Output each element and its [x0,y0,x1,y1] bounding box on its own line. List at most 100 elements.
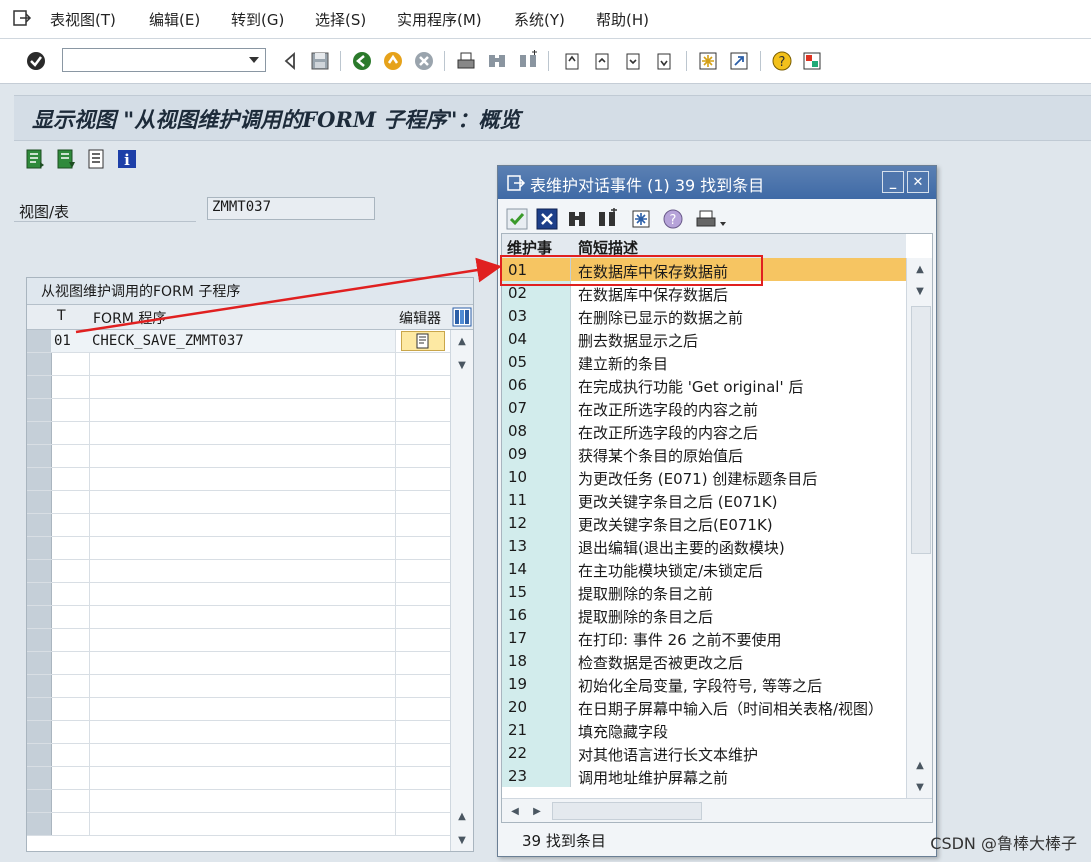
event-code-cell[interactable]: 09 [502,442,571,465]
cell-form[interactable] [89,445,396,467]
event-description-cell[interactable]: 提取删除的条目之后 [571,603,906,626]
row-selector[interactable] [27,698,52,720]
cell-t[interactable] [51,698,90,720]
column-config-icon[interactable] [452,307,472,327]
scroll-right-arrow-icon[interactable]: ▶ [526,800,548,822]
table-row[interactable] [27,445,451,468]
table-row[interactable] [27,652,451,675]
cell-form[interactable] [89,652,396,674]
column-header-editor[interactable]: 编辑器 [399,308,441,328]
event-description-cell[interactable]: 调用地址维护屏幕之前 [571,764,906,787]
cell-t[interactable] [51,376,90,398]
event-description-cell[interactable]: 填充隐藏字段 [571,718,906,741]
event-code-cell[interactable]: 23 [502,764,571,787]
cancel-icon[interactable] [412,49,436,73]
help-icon[interactable]: ? [770,49,794,73]
event-row[interactable]: 19 初始化全局变量, 字段符号, 等等之后 [502,672,906,695]
table-row[interactable] [27,790,451,813]
event-code-cell[interactable]: 21 [502,718,571,741]
close-icon[interactable]: ✕ [907,171,929,193]
shortcut-icon[interactable] [727,49,751,73]
table-row[interactable] [27,514,451,537]
event-row[interactable]: 16 提取删除的条目之后 [502,603,906,626]
event-description-cell[interactable]: 获得某个条目的原始值后 [571,442,906,465]
event-description-cell[interactable]: 在完成执行功能 'Get original' 后 [571,373,906,396]
menu-goto[interactable]: 转到(G) [231,9,284,30]
row-selector[interactable] [27,514,52,536]
row-selector[interactable] [27,468,52,490]
cell-form[interactable] [89,606,396,628]
event-description-cell[interactable]: 更改关键字条目之后(E071K) [571,511,906,534]
cell-form[interactable] [89,537,396,559]
cell-form[interactable] [89,468,396,490]
enter-icon[interactable] [24,49,48,73]
event-row[interactable]: 18 检查数据是否被更改之后 [502,649,906,672]
next-page-icon[interactable] [621,49,645,73]
table-row[interactable] [27,399,451,422]
row-selector[interactable] [27,790,52,812]
event-description-cell[interactable]: 初始化全局变量, 字段符号, 等等之后 [571,672,906,695]
event-row[interactable]: 06 在完成执行功能 'Get original' 后 [502,373,906,396]
event-description-cell[interactable]: 在打印: 事件 26 之前不要使用 [571,626,906,649]
scroll-down-arrow-icon[interactable]: ▼ [909,280,931,302]
cell-t[interactable] [51,767,90,789]
cell-t[interactable] [51,422,90,444]
cell-form[interactable] [89,399,396,421]
table-vertical-scrollbar[interactable]: ▲ ▼ ▲ ▼ [450,330,473,851]
event-code-cell[interactable]: 06 [502,373,571,396]
first-page-icon[interactable] [560,49,584,73]
table-row[interactable] [27,376,451,399]
menu-select[interactable]: 选择(S) [315,9,366,30]
event-code-cell[interactable]: 03 [502,304,571,327]
event-row[interactable]: 08 在改正所选字段的内容之后 [502,419,906,442]
exit-icon[interactable] [381,49,405,73]
cell-form[interactable] [89,422,396,444]
cell-form[interactable] [89,698,396,720]
event-description-cell[interactable]: 退出编辑(退出主要的函数模块) [571,534,906,557]
create-session-icon[interactable] [696,49,720,73]
row-selector[interactable] [27,744,52,766]
last-page-icon[interactable] [652,49,676,73]
events-vertical-scrollbar[interactable]: ▲ ▼ ▲ ▼ [906,258,932,798]
table-row[interactable] [27,537,451,560]
menu-help[interactable]: 帮助(H) [596,9,649,30]
cell-t[interactable] [51,353,90,375]
row-selector[interactable] [27,330,52,352]
event-description-cell[interactable]: 对其他语言进行长文本维护 [571,741,906,764]
event-code-cell[interactable]: 04 [502,327,571,350]
open-editor-button[interactable] [401,331,445,351]
event-code-cell[interactable]: 05 [502,350,571,373]
table-row[interactable] [27,468,451,491]
scroll-down-arrow-icon[interactable]: ▼ [909,776,931,798]
event-description-cell[interactable]: 在删除已显示的数据之前 [571,304,906,327]
row-selector[interactable] [27,491,52,513]
row-selector[interactable] [27,652,52,674]
cell-t[interactable] [51,560,90,582]
event-row[interactable]: 17 在打印: 事件 26 之前不要使用 [502,626,906,649]
event-code-cell[interactable]: 22 [502,741,571,764]
print-list-icon[interactable] [86,148,110,172]
cell-form[interactable] [89,583,396,605]
row-selector[interactable] [27,399,52,421]
event-code-cell[interactable]: 10 [502,465,571,488]
table-row[interactable] [27,629,451,652]
scroll-up-arrow-icon[interactable]: ▲ [451,805,473,827]
event-description-cell[interactable]: 在改正所选字段的内容之前 [571,396,906,419]
info-icon[interactable]: i [116,148,140,172]
cell-t[interactable] [51,537,90,559]
event-description-cell[interactable]: 建立新的条目 [571,350,906,373]
event-code-cell[interactable]: 08 [502,419,571,442]
cell-form[interactable] [89,629,396,651]
cell-form[interactable] [89,744,396,766]
event-description-cell[interactable]: 为更改任务 (E071) 创建标题条目后 [571,465,906,488]
event-row[interactable]: 20 在日期子屏幕中输入后（时间相关表格/视图） [502,695,906,718]
table-row[interactable] [27,721,451,744]
cell-t[interactable] [51,790,90,812]
cell-t[interactable]: 01 [51,330,90,352]
cell-form[interactable] [89,560,396,582]
save-icon[interactable] [308,49,332,73]
table-row[interactable] [27,675,451,698]
details-icon[interactable] [24,148,48,172]
cell-t[interactable] [51,744,90,766]
event-code-cell[interactable]: 12 [502,511,571,534]
